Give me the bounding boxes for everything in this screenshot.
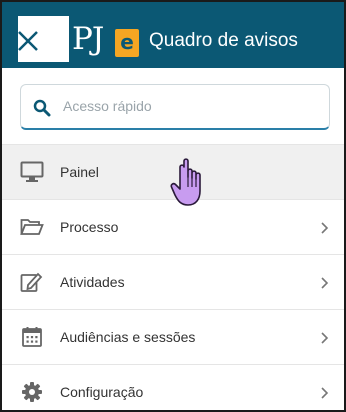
menu-item-atividades[interactable]: Atividades (2, 254, 344, 309)
calendar-icon (22, 327, 42, 347)
menu-header: PJ e Quadro de avisos (2, 2, 344, 68)
edit-icon (20, 272, 43, 292)
chevron-right-icon (321, 387, 329, 399)
monitor-icon (20, 161, 44, 182)
chevron-right-icon (321, 277, 329, 289)
menu-item-label: Atividades (60, 274, 125, 290)
chevron-right-icon (321, 222, 329, 234)
pje-logo-e: e (115, 29, 139, 57)
chevron-right-icon (321, 332, 329, 344)
pje-logo-text: PJ (72, 21, 104, 57)
menu-item-label: Configuração (60, 384, 144, 400)
hand-pointer-cursor-icon (170, 158, 201, 206)
search-icon (33, 99, 51, 117)
menu-item-label: Painel (60, 164, 99, 180)
search-input[interactable]: Acesso rápido (63, 98, 152, 114)
gear-icon (22, 382, 42, 402)
menu-item-audiencias[interactable]: Audiências e sessões (2, 309, 344, 364)
close-icon[interactable] (16, 29, 40, 53)
folder-icon (20, 219, 44, 235)
menu-item-label: Processo (60, 219, 119, 235)
menu-item-label: Audiências e sessões (60, 329, 196, 345)
header-title: Quadro de avisos (149, 30, 298, 51)
side-menu-panel: PJ e Quadro de avisos Acesso rápido Pain… (0, 0, 346, 412)
menu-item-configuracao[interactable]: Configuração (2, 364, 344, 410)
quick-access-search[interactable]: Acesso rápido (20, 84, 330, 130)
